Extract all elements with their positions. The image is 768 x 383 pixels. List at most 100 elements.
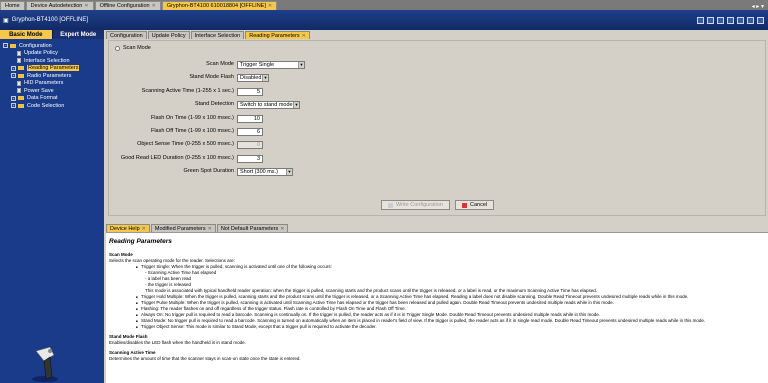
- scanner-device-image: [32, 346, 58, 382]
- expand-icon[interactable]: +: [11, 103, 16, 109]
- tab-label: Update Policy: [151, 32, 186, 39]
- field-label: Scanning Active Time (1-255 x 1 sec.): [141, 88, 234, 94]
- field-label: Flash Off Time (1-99 x 100 msec.): [150, 128, 234, 134]
- field-label: Stand Detection: [194, 101, 234, 107]
- tab-gryphon-device[interactable]: Gryphon-BT4100 610018804 [OFFLINE] ✕: [161, 1, 278, 10]
- save-icon[interactable]: [717, 16, 724, 24]
- tree-item-configuration[interactable]: − Configuration: [3, 42, 104, 50]
- tree-item-label: Configuration: [19, 42, 52, 49]
- select-value: Trigger Single: [240, 62, 275, 68]
- object-sense-time-input[interactable]: 0: [237, 141, 263, 149]
- tree-item-label: Power Save: [24, 87, 54, 94]
- open-icon[interactable]: [707, 16, 714, 24]
- field-label: Green Spot Duration: [183, 168, 234, 174]
- tab-label: Device Help: [110, 225, 140, 232]
- group-header: Scan Mode: [115, 45, 151, 51]
- toolbar-icons: [697, 16, 768, 24]
- chevron-down-icon: ▼: [293, 102, 299, 108]
- collapse-icon[interactable]: −: [3, 43, 8, 49]
- group-title: Scan Mode: [123, 45, 151, 51]
- expand-icon[interactable]: +: [11, 95, 16, 101]
- tab-modified-parameters[interactable]: Modified Parameters ✕: [150, 224, 216, 232]
- tree-item-power-save[interactable]: Power Save: [3, 87, 104, 95]
- tab-label: Device Autodetection: [30, 3, 83, 9]
- tab-update-policy[interactable]: Update Policy: [147, 31, 190, 39]
- chevron-down-icon: ▼: [262, 75, 268, 81]
- stand-mode-flash-select[interactable]: Disabled ▼: [237, 74, 269, 82]
- tab-label: Configuration: [110, 32, 143, 39]
- button-label: Cancel: [469, 202, 488, 208]
- select-value: Disabled: [240, 75, 262, 81]
- tab-not-default-parameters[interactable]: Not Default Parameters ✕: [216, 224, 289, 232]
- tree-item-data-format[interactable]: + Data Format: [3, 95, 104, 103]
- tab-label: Interface Selection: [194, 32, 241, 39]
- expert-mode-button[interactable]: Expert Mode: [51, 30, 104, 39]
- tab-label: Reading Parameters: [249, 32, 300, 39]
- tree-item-code-selection[interactable]: + Code Selection: [3, 102, 104, 110]
- expand-icon[interactable]: +: [11, 65, 16, 71]
- close-icon[interactable]: ✕: [302, 33, 306, 39]
- tree-item-reading-parameters[interactable]: + Reading Parameters: [3, 65, 104, 73]
- close-icon[interactable]: ✕: [208, 226, 212, 232]
- send-icon[interactable]: [747, 16, 754, 24]
- tree-item-radio-parameters[interactable]: + Radio Parameters: [3, 72, 104, 80]
- tree-item-label: Data Format: [27, 95, 58, 102]
- tab-label: Offline Configuration: [99, 3, 150, 9]
- write-icon: [388, 202, 393, 208]
- close-icon[interactable]: ✕: [280, 226, 284, 232]
- tab-reading-parameters[interactable]: Reading Parameters ✕: [245, 31, 310, 39]
- tree-item-label: Interface Selection: [24, 57, 70, 64]
- cancel-button[interactable]: Cancel: [454, 200, 495, 210]
- write-configuration-button[interactable]: Write Configuration: [381, 200, 450, 210]
- scanning-active-time-input[interactable]: 5: [237, 88, 263, 96]
- tab-list-arrow-icon[interactable]: ◂ ▸ ▾: [752, 3, 768, 10]
- tab-label: Home: [5, 3, 20, 9]
- select-value: Switch to stand mode: [240, 102, 293, 108]
- tree-item-label: Reading Parameters: [27, 65, 80, 72]
- expand-icon[interactable]: +: [11, 73, 16, 79]
- scan-mode-select[interactable]: Trigger Single ▼: [237, 61, 305, 69]
- tab-configuration[interactable]: Configuration: [106, 31, 147, 39]
- home-icon[interactable]: [697, 16, 704, 24]
- close-icon[interactable]: ✕: [268, 3, 272, 9]
- good-read-led-duration-input[interactable]: 3: [237, 155, 263, 163]
- folder-icon: [18, 103, 24, 108]
- close-icon[interactable]: ✕: [84, 3, 88, 9]
- close-icon[interactable]: ✕: [142, 226, 146, 232]
- device-icon: ▣: [3, 17, 9, 24]
- tree-item-interface-selection[interactable]: Interface Selection: [3, 57, 104, 65]
- help-list-item: Trigger Single: When the trigger is pull…: [136, 264, 765, 270]
- tab-offline-configuration[interactable]: Offline Configuration ✕: [94, 1, 161, 10]
- help-icon[interactable]: [757, 16, 764, 24]
- tab-device-help[interactable]: Device Help ✕: [106, 224, 150, 232]
- device-help-panel: Reading Parameters Scan Mode Selects the…: [106, 232, 768, 383]
- tab-home[interactable]: Home: [0, 1, 25, 10]
- green-spot-duration-select[interactable]: Short (300 ms.) ▼: [237, 168, 293, 176]
- chevron-down-icon: ▼: [286, 169, 292, 175]
- help-list-item: Trigger Object Sense: This mode is simil…: [136, 324, 765, 330]
- folder-icon: [18, 66, 24, 71]
- basic-mode-button[interactable]: Basic Mode: [0, 30, 52, 39]
- save-as-icon[interactable]: [727, 16, 734, 24]
- tab-label: Modified Parameters: [154, 225, 206, 232]
- tree-item-hid-parameters[interactable]: HID Parameters: [3, 80, 104, 88]
- close-icon[interactable]: ✕: [152, 3, 156, 9]
- tree-item-label: Radio Parameters: [27, 72, 72, 79]
- tab-device-autodetection[interactable]: Device Autodetection ✕: [25, 1, 94, 10]
- field-label: Scan Mode: [206, 61, 234, 67]
- tree-item-label: Update Policy: [24, 50, 58, 57]
- tree-item-update-policy[interactable]: Update Policy: [3, 50, 104, 58]
- document-icon: [17, 88, 21, 94]
- print-icon[interactable]: [737, 16, 744, 24]
- document-icon: [17, 58, 21, 64]
- tab-interface-selection[interactable]: Interface Selection: [190, 31, 245, 39]
- cancel-icon: [461, 202, 467, 208]
- flash-on-time-input[interactable]: 10: [237, 115, 263, 123]
- flash-off-time-input[interactable]: 6: [237, 128, 263, 136]
- document-icon: [17, 80, 21, 86]
- help-text: Enables/disables the LED flash when the …: [109, 340, 246, 345]
- help-list: Trigger Single: When the trigger is pull…: [109, 264, 765, 270]
- main-panel: Configuration Update Policy Interface Se…: [106, 30, 768, 223]
- help-list: Trigger Hold Multiple: When the trigger …: [109, 294, 765, 330]
- stand-detection-select[interactable]: Switch to stand mode ▼: [237, 101, 300, 109]
